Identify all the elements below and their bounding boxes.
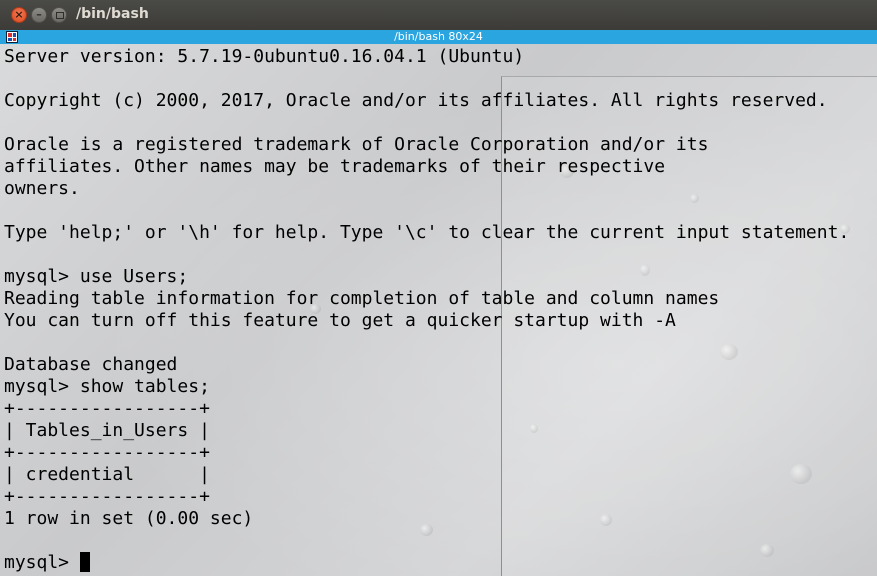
minimize-icon[interactable]: –: [31, 7, 47, 23]
terminal-line: Copyright (c) 2000, 2017, Oracle and/or …: [4, 90, 828, 111]
terminal-window: × – /bin/bash /bin/bash 80x24 Server ver…: [0, 0, 877, 576]
terminal-line: owners.: [4, 178, 80, 199]
terminal-app-icon[interactable]: [6, 31, 18, 43]
terminal-line: +-----------------+: [4, 442, 210, 463]
terminal-line: affiliates. Other names may be trademark…: [4, 156, 666, 177]
mysql-prompt: mysql>: [4, 552, 80, 573]
terminal-line: mysql> use Users;: [4, 266, 189, 287]
terminal-line: Database changed: [4, 354, 178, 375]
terminal-line: 1 row in set (0.00 sec): [4, 508, 254, 529]
terminal-area[interactable]: Server version: 5.7.19-0ubuntu0.16.04.1 …: [0, 44, 877, 576]
mysql-prompt-line[interactable]: mysql>: [4, 552, 849, 574]
maximize-box-glyph: [56, 12, 64, 19]
terminal-line: | credential |: [4, 464, 210, 485]
terminal-line: Oracle is a registered trademark of Orac…: [4, 134, 709, 155]
terminal-line: +-----------------+: [4, 398, 210, 419]
terminal-line: You can turn off this feature to get a q…: [4, 310, 676, 331]
terminal-line: +-----------------+: [4, 486, 210, 507]
terminal-title: /bin/bash 80x24: [394, 30, 483, 43]
terminal-title-bar[interactable]: /bin/bash 80x24: [0, 30, 877, 44]
window-title: /bin/bash: [76, 6, 149, 22]
terminal-line: mysql> show tables;: [4, 376, 210, 397]
terminal-line: Reading table information for completion…: [4, 288, 720, 309]
terminal-line: Type 'help;' or '\h' for help. Type '\c'…: [4, 222, 850, 243]
close-icon[interactable]: ×: [11, 7, 27, 23]
terminal-line: Server version: 5.7.19-0ubuntu0.16.04.1 …: [4, 46, 525, 67]
terminal-line: | Tables_in_Users |: [4, 420, 210, 441]
terminal-output: Server version: 5.7.19-0ubuntu0.16.04.1 …: [4, 46, 849, 574]
maximize-icon[interactable]: [51, 7, 67, 23]
window-titlebar[interactable]: × – /bin/bash: [0, 0, 877, 31]
text-cursor: [79, 552, 90, 572]
